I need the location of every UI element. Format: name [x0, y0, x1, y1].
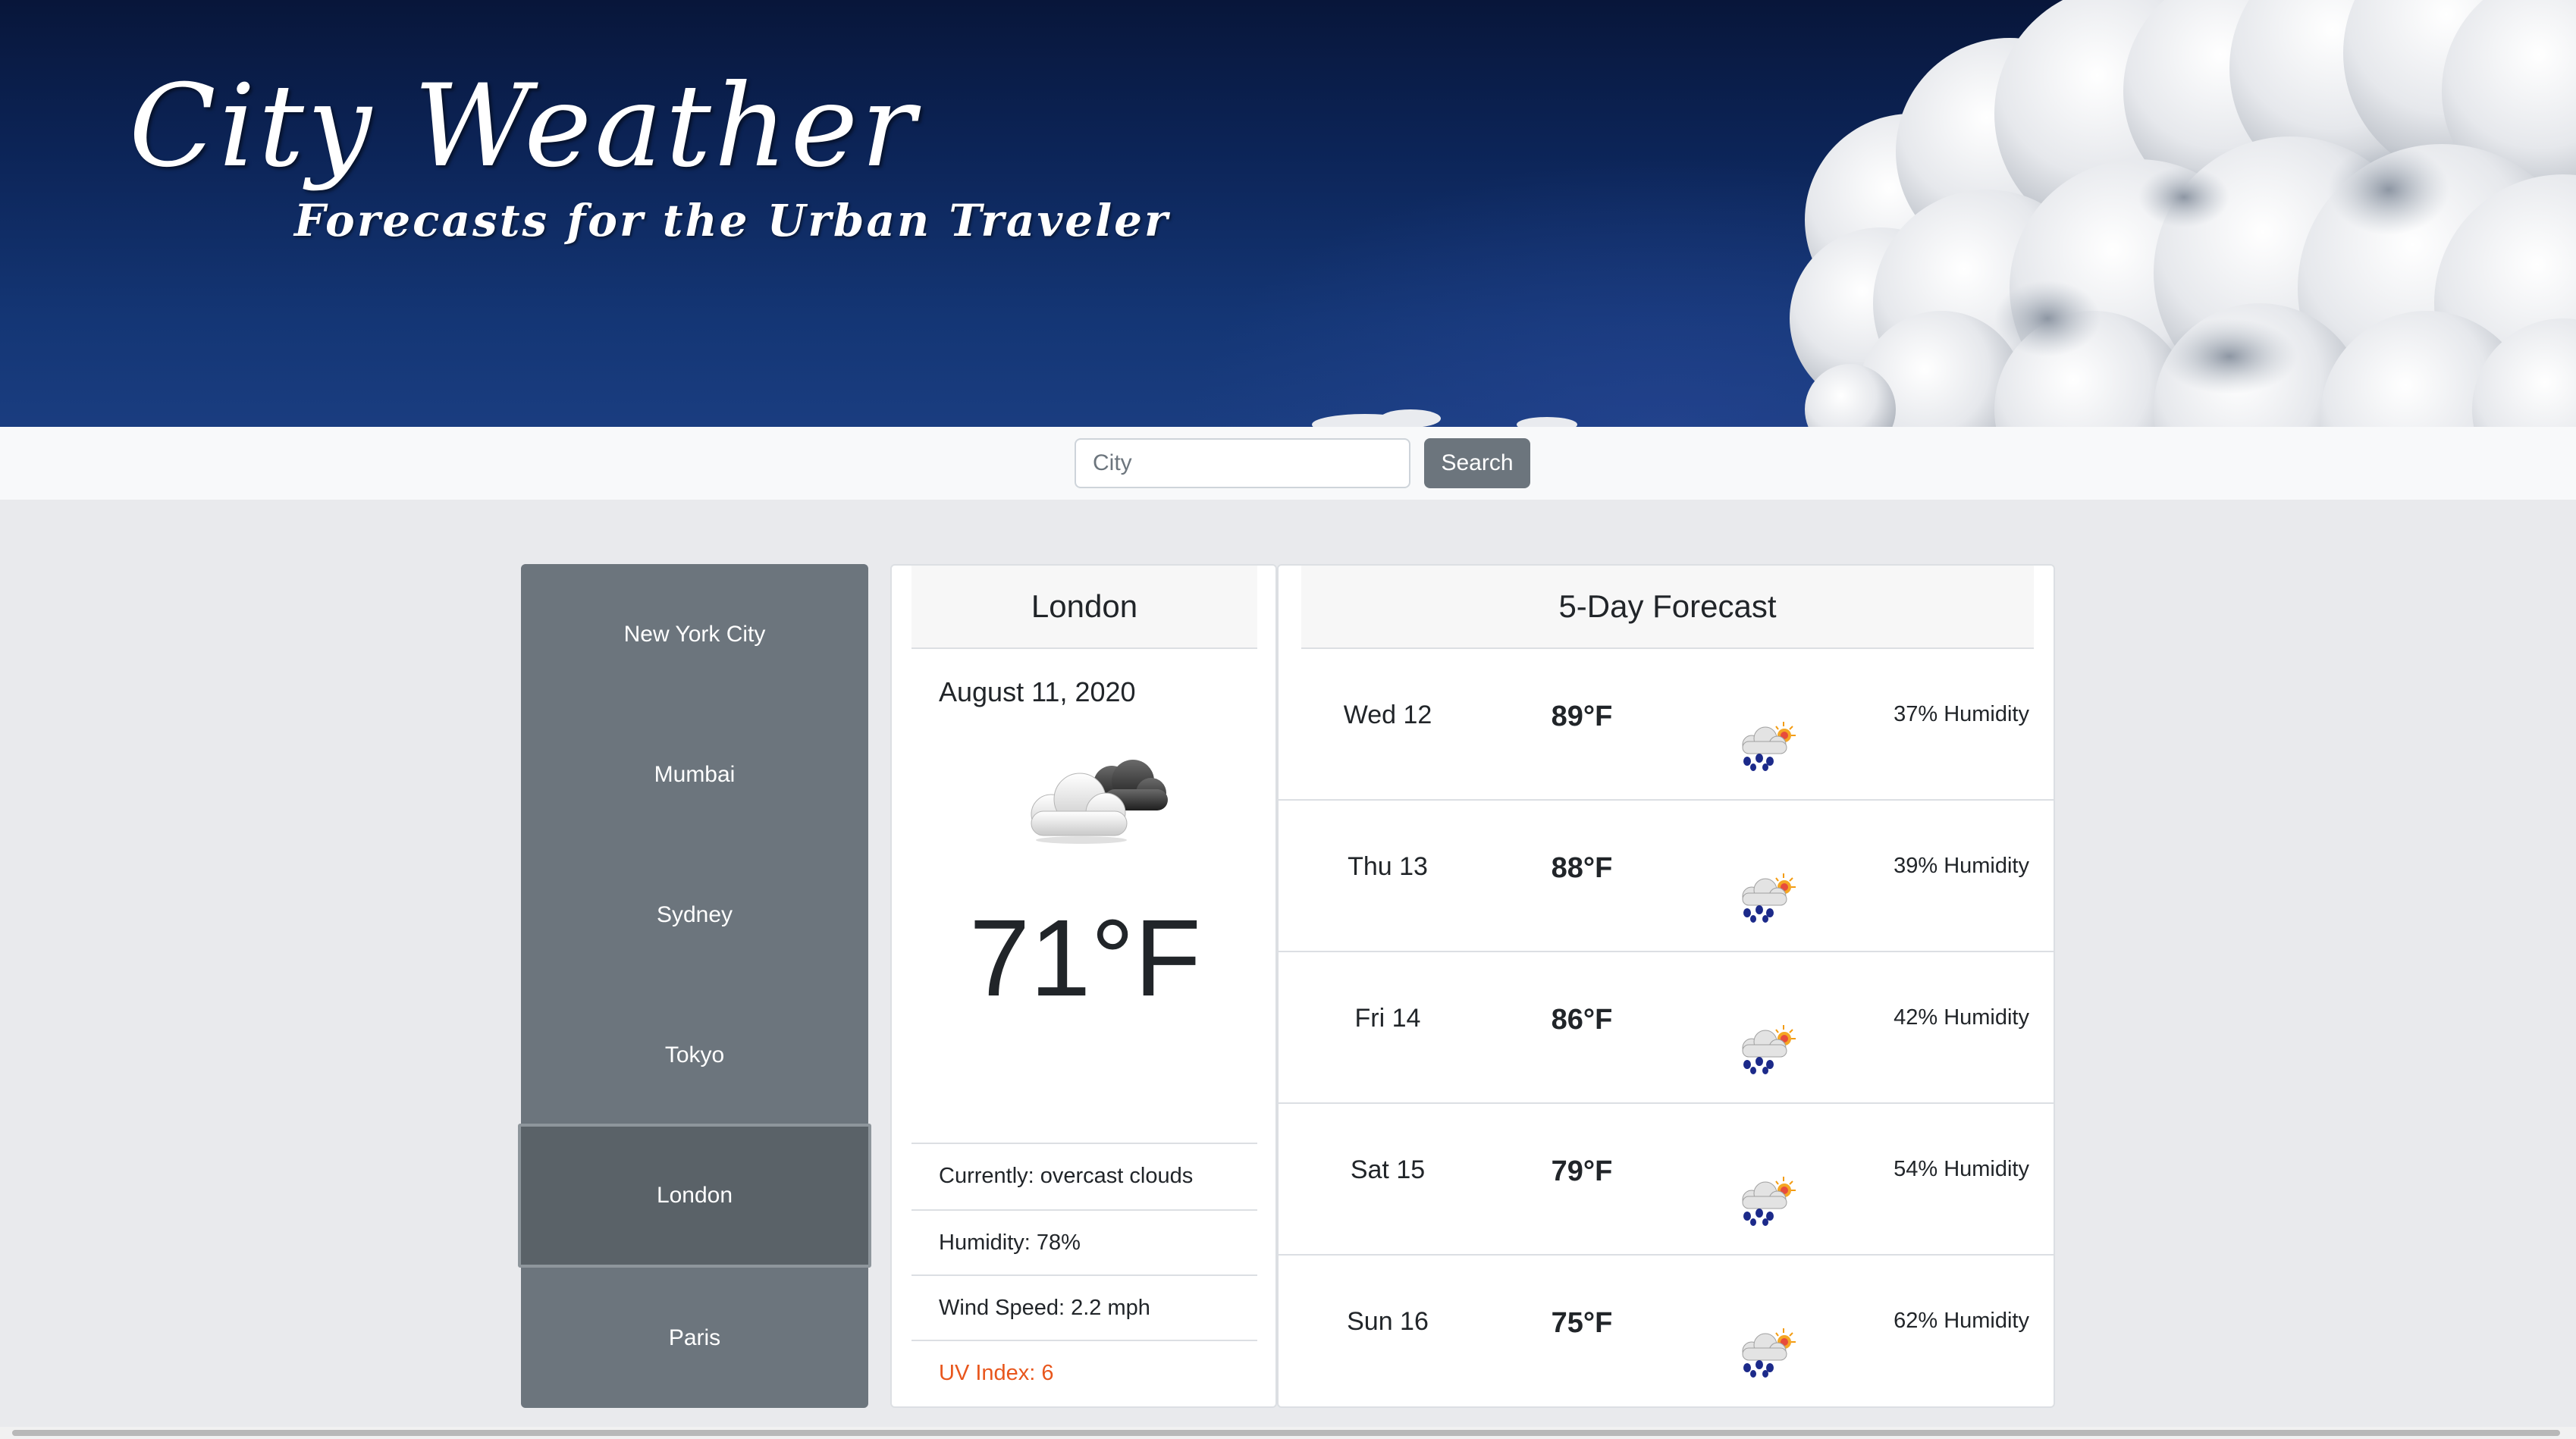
current-date: August 11, 2020: [939, 676, 1136, 707]
forecast-title: 5-Day Forecast: [1301, 566, 2034, 649]
search-button[interactable]: Search: [1424, 438, 1530, 488]
forecast-row: Thu 13 88°F 39% Humidity: [1279, 801, 2054, 952]
forecast-humidity: 39% Humidity: [1894, 854, 2029, 878]
current-temperature: 71°F: [969, 897, 1201, 1019]
current-wind-speed: Wind Speed: 2.2 mph: [911, 1274, 1257, 1340]
forecast-row: Sat 15 79°F 54% Humidity: [1279, 1104, 2054, 1256]
city-item-sydney[interactable]: Sydney: [521, 845, 868, 985]
city-item-paris[interactable]: Paris: [521, 1268, 868, 1408]
forecast-row: Fri 14 86°F 42% Humidity: [1279, 952, 2054, 1104]
forecast-humidity: 62% Humidity: [1894, 1309, 2029, 1333]
thunderstorm-sun-icon: [1742, 1328, 1796, 1378]
site-subtitle: Forecasts for the Urban Traveler: [294, 195, 1170, 246]
forecast-day: Sun 16: [1347, 1307, 1429, 1336]
current-conditions: Currently: overcast clouds: [911, 1143, 1257, 1208]
city-search-input[interactable]: [1075, 438, 1410, 488]
forecast-temperature: 79°F: [1551, 1155, 1613, 1187]
city-item-london[interactable]: London: [518, 1124, 871, 1268]
five-day-forecast: 5-Day Forecast Wed 12 89°F 37% Humidity …: [1277, 564, 2055, 1408]
thunderstorm-sun-icon: [1742, 1024, 1796, 1075]
forecast-day: Fri 14: [1354, 1004, 1421, 1033]
search-bar: Search: [0, 427, 2576, 500]
current-uv-index: UV Index: 6: [911, 1340, 1257, 1405]
forecast-day: Wed 12: [1343, 701, 1432, 729]
forecast-temperature: 88°F: [1551, 852, 1613, 884]
forecast-humidity: 42% Humidity: [1894, 1005, 2029, 1030]
city-list: New York City Mumbai Sydney Tokyo London…: [518, 564, 871, 1408]
current-weather-card: London August 11, 2020 71°F Currently: o…: [890, 564, 1277, 1408]
forecast-temperature: 86°F: [1551, 1004, 1613, 1036]
scrollbar-thumb[interactable]: [12, 1430, 2560, 1436]
thunderstorm-sun-icon: [1742, 873, 1796, 923]
current-humidity: Humidity: 78%: [911, 1209, 1257, 1274]
forecast-humidity: 54% Humidity: [1894, 1157, 2029, 1181]
city-item-new-york-city[interactable]: New York City: [521, 564, 868, 704]
site-title: City Weather: [129, 61, 918, 193]
horizontal-scrollbar[interactable]: [0, 1427, 2576, 1439]
overcast-clouds-icon: [1031, 760, 1168, 844]
header-banner: City Weather Forecasts for the Urban Tra…: [0, 0, 2576, 427]
thunderstorm-sun-icon: [1742, 721, 1796, 772]
forecast-temperature: 89°F: [1551, 701, 1613, 732]
forecast-temperature: 75°F: [1551, 1307, 1613, 1339]
city-item-tokyo[interactable]: Tokyo: [521, 985, 868, 1125]
current-city-name: London: [911, 566, 1257, 649]
forecast-day: Thu 13: [1348, 852, 1428, 881]
forecast-humidity: 37% Humidity: [1894, 702, 2029, 726]
thunderstorm-sun-icon: [1742, 1176, 1796, 1227]
city-item-mumbai[interactable]: Mumbai: [521, 704, 868, 845]
forecast-row: Sun 16 75°F 62% Humidity: [1279, 1256, 2054, 1407]
forecast-row: Wed 12 89°F 37% Humidity: [1279, 649, 2054, 801]
forecast-day: Sat 15: [1350, 1155, 1426, 1184]
